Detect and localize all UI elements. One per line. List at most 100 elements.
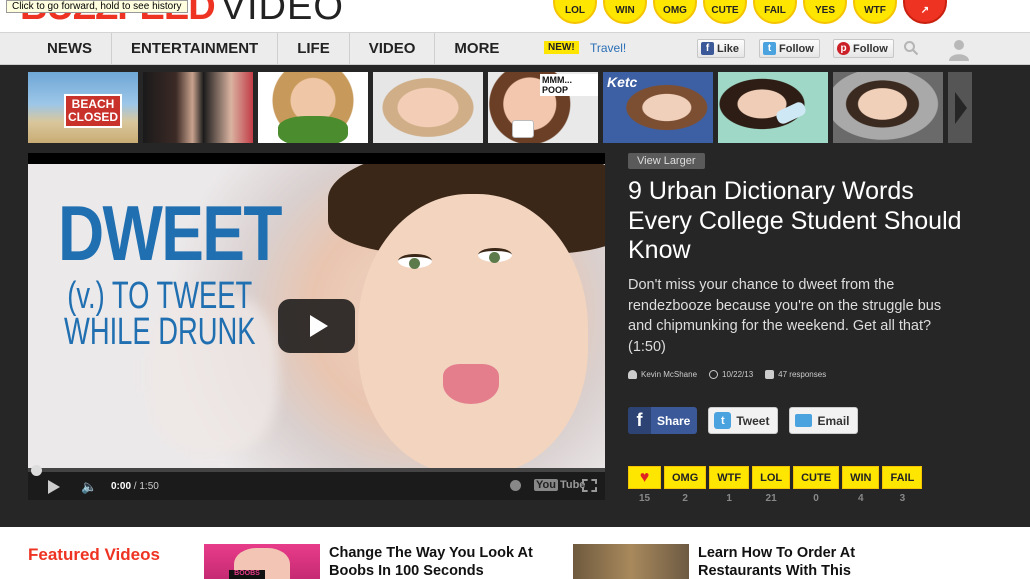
reaction-omg-button[interactable]: OMG (664, 466, 707, 489)
thumbnail-next-arrow[interactable] (948, 72, 972, 143)
play-icon (310, 315, 328, 337)
reaction-count: 0 (813, 493, 819, 504)
header-badge-lol[interactable]: LOL (553, 0, 597, 24)
nav-video[interactable]: VIDEO (350, 33, 436, 65)
email-button[interactable]: Email (789, 407, 858, 434)
reaction-count: 2 (682, 493, 688, 504)
facebook-icon: f (628, 407, 651, 434)
author-icon (628, 370, 637, 379)
reaction-count: 4 (857, 493, 864, 504)
reaction-count: 3 (899, 493, 906, 504)
twitter-follow-button[interactable]: t Follow (759, 39, 820, 58)
tweet-label: Tweet (736, 413, 770, 428)
reaction-fail-button[interactable]: FAIL (882, 466, 923, 489)
logo-suffix: VIDEO (220, 0, 344, 28)
twitter-icon: t (763, 42, 776, 55)
video-overlay-title: DWEET (58, 189, 282, 277)
thumbnail-5[interactable]: MMM... POOP (488, 72, 598, 143)
reaction-win-button[interactable]: WIN (842, 466, 880, 489)
featured-video-title-2[interactable]: Learn How To Order At Restaurants With T… (698, 544, 938, 579)
facebook-like-button[interactable]: f Like (697, 39, 746, 58)
fullscreen-icon[interactable] (582, 479, 597, 492)
pinterest-icon: p (837, 42, 850, 55)
progress-bar[interactable] (28, 465, 605, 476)
thumbnail-label: BEACH CLOSED (64, 94, 122, 128)
volume-icon[interactable]: 🔈 (81, 479, 97, 495)
header-badge-omg[interactable]: OMG (653, 0, 697, 24)
thumbnail-7[interactable] (718, 72, 828, 143)
reaction-count: 15 (638, 493, 651, 504)
thumbnail-2[interactable] (143, 72, 253, 143)
header-badge-trending[interactable]: ↗ (903, 0, 947, 24)
header-badge-cute[interactable]: CUTE (703, 0, 747, 24)
video-overlay-sub2: WHILE DRUNK (64, 311, 256, 353)
main-nav: NEWS ENTERTAINMENT LIFE VIDEO MORE NEW! … (0, 32, 1030, 65)
twitter-icon: t (714, 412, 732, 429)
featured-thumbnail-label: BOOBS (229, 570, 265, 579)
pinterest-follow-button[interactable]: p Follow (833, 39, 894, 58)
site-header: Click to go forward, hold to see history… (0, 0, 1030, 32)
video-player[interactable]: DWEET (v.) TO TWEET WHILE DRUNK 🔈 0:00 /… (28, 153, 605, 500)
video-thumbnail-strip: BEACH CLOSED MMM... POOP Ketc (28, 72, 943, 143)
header-badge-yes[interactable]: YES (803, 0, 847, 24)
control-play-icon[interactable] (48, 480, 60, 494)
progress-handle[interactable] (31, 465, 42, 476)
settings-icon[interactable] (510, 480, 521, 491)
share-buttons: f Share t Tweet Email (628, 407, 858, 434)
new-badge: NEW! (544, 41, 579, 54)
thumbnail-3[interactable] (258, 72, 368, 143)
video-feature-area: BEACH CLOSED MMM... POOP Ketc DWEET (v.)… (0, 65, 1030, 527)
thumbnail-label: MMM... POOP (540, 74, 598, 96)
reaction-wtf-button[interactable]: WTF (709, 466, 750, 489)
featured-thumbnail-2[interactable] (573, 544, 689, 579)
share-label: Share (657, 413, 691, 428)
responses-count[interactable]: 47 responses (778, 370, 826, 379)
travel-link[interactable]: Travel! (590, 41, 626, 55)
current-time: 0:00 (111, 481, 132, 492)
author-name[interactable]: Kevin McShane (641, 370, 697, 379)
header-badge-wtf[interactable]: WTF (853, 0, 897, 24)
play-button[interactable] (278, 299, 355, 353)
reaction-heart-button[interactable]: ♥ (628, 466, 661, 489)
video-title[interactable]: 9 Urban Dictionary Words Every College S… (628, 177, 968, 266)
header-badge-win[interactable]: WIN (603, 0, 647, 24)
pin-follow-label: Follow (853, 42, 888, 55)
featured-video-title-1[interactable]: Change The Way You Look At Boobs In 100 … (329, 544, 569, 579)
reaction-wtf: WTF 1 (709, 466, 750, 504)
facebook-icon: f (701, 42, 714, 55)
video-description: Don't miss your chance to dweet from the… (628, 277, 942, 355)
reaction-cute: CUTE 0 (793, 466, 840, 504)
fb-like-label: Like (717, 42, 740, 55)
facebook-share-button[interactable]: f Share (628, 407, 698, 434)
youtube-logo-you: You (534, 479, 558, 491)
email-label: Email (817, 413, 850, 428)
comment-icon (765, 370, 775, 379)
tweet-button[interactable]: t Tweet (708, 407, 779, 434)
reaction-lol-button[interactable]: LOL (752, 466, 791, 489)
reaction-cute-button[interactable]: CUTE (793, 466, 840, 489)
reaction-count: 1 (726, 493, 732, 504)
featured-thumbnail-1[interactable]: BOOBS (204, 544, 320, 579)
youtube-logo[interactable]: You Tube (534, 479, 587, 491)
thumbnail-4[interactable] (373, 72, 483, 143)
tw-follow-label: Follow (779, 42, 814, 55)
reaction-fail: FAIL 3 (882, 466, 923, 504)
thumbnail-beach-closed[interactable]: BEACH CLOSED (28, 72, 138, 143)
thumbnail-label: Ketc (607, 74, 638, 90)
thumbnail-8[interactable] (833, 72, 943, 143)
reaction-lol: LOL 21 (752, 466, 791, 504)
nav-news[interactable]: NEWS (28, 33, 112, 65)
view-larger-button[interactable]: View Larger (628, 153, 705, 169)
search-icon[interactable] (903, 40, 919, 56)
reaction-omg: OMG 2 (664, 466, 707, 504)
user-account-icon[interactable] (947, 37, 971, 61)
nav-life[interactable]: LIFE (278, 33, 350, 65)
publish-date: 10/22/13 (722, 370, 754, 379)
time-display: 0:00 / 1:50 (111, 481, 159, 492)
video-overlay-sub1: (v.) TO TWEET (67, 275, 253, 317)
reaction-heart: ♥ 15 (628, 466, 661, 504)
nav-entertainment[interactable]: ENTERTAINMENT (112, 33, 279, 65)
thumbnail-6[interactable]: Ketc (603, 72, 713, 143)
nav-more[interactable]: MORE (435, 33, 518, 65)
header-badge-fail[interactable]: FAIL (753, 0, 797, 24)
